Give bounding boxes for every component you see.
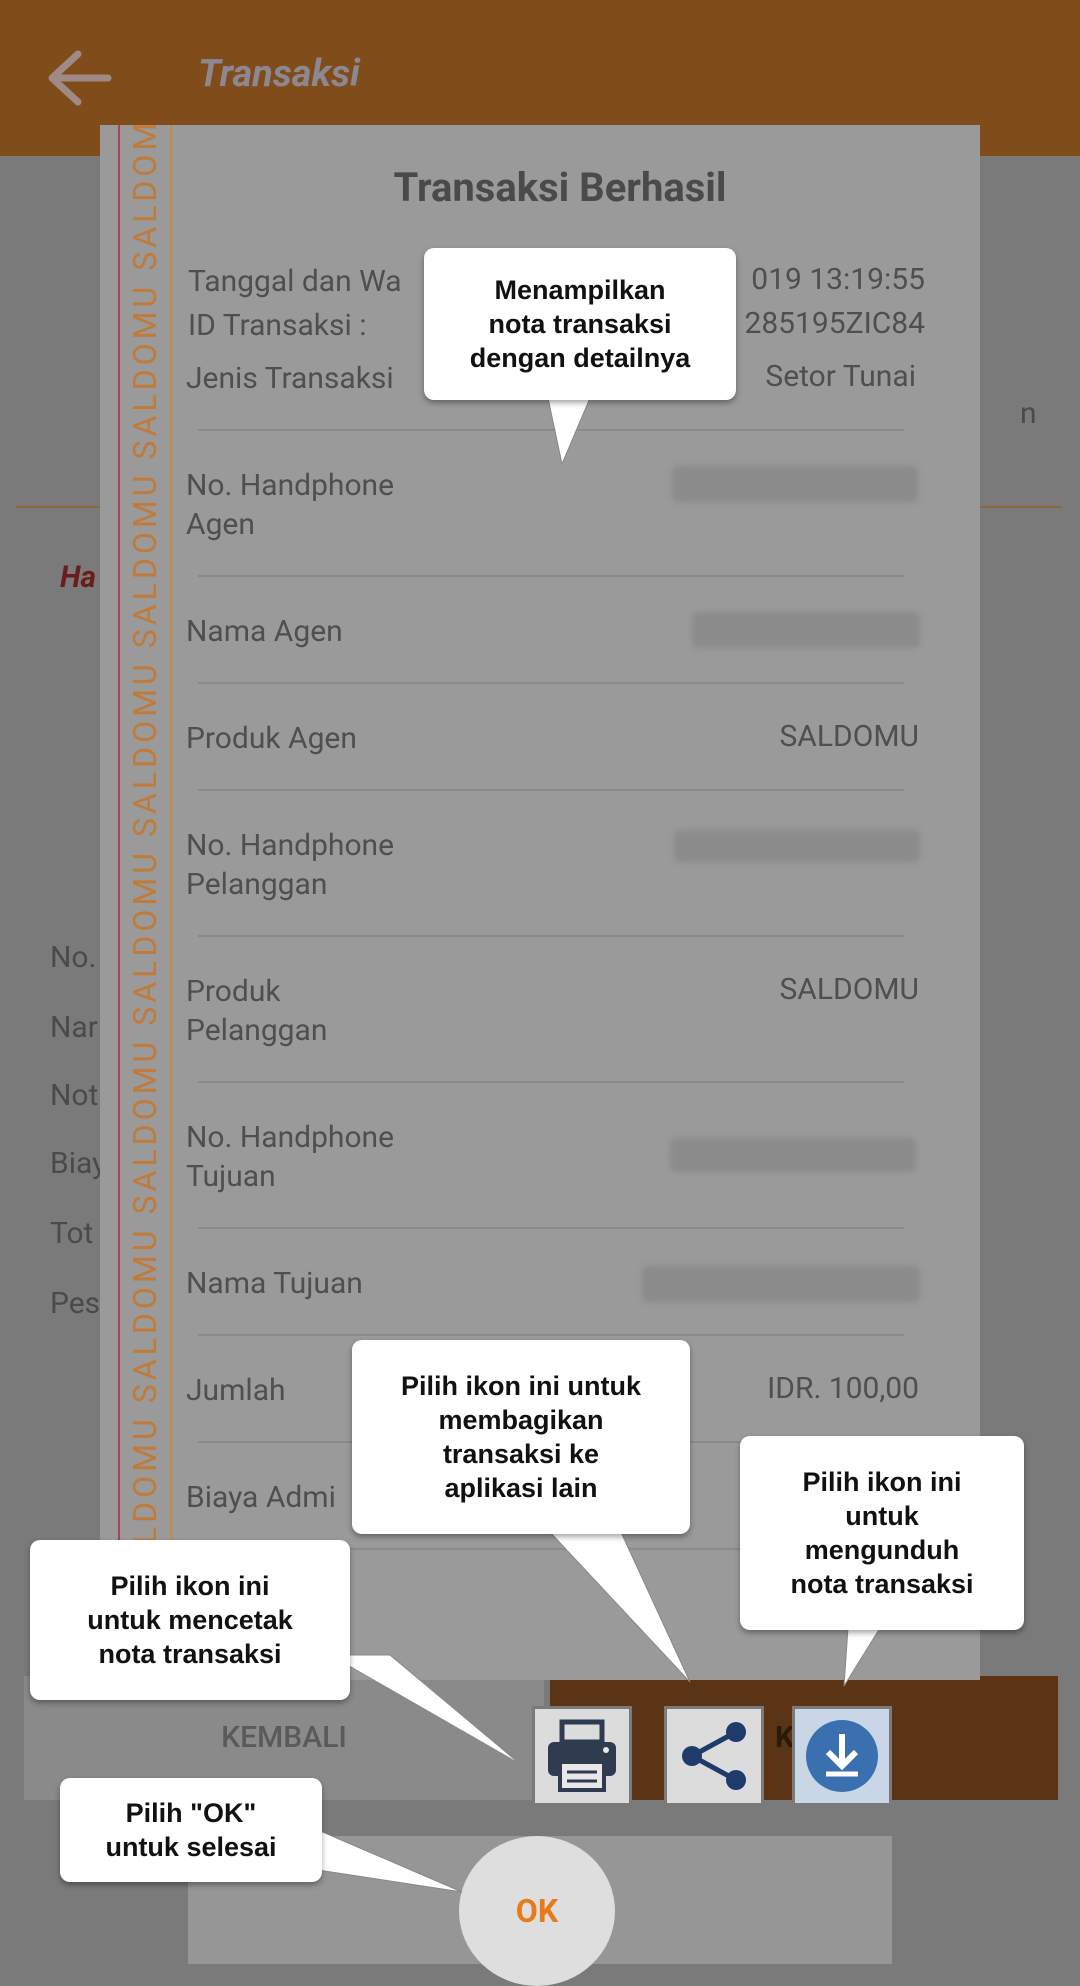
- callout-ok: Pilih "OK" untuk selesai: [60, 1778, 322, 1882]
- share-button[interactable]: [664, 1706, 764, 1806]
- receipt-row-label: No. Handphone Pelanggan: [186, 828, 395, 902]
- callout-receipt: Menampilkan nota transaksi dengan detail…: [424, 248, 736, 400]
- saldomu-watermark-stripe: SALDOMU SALDOMU SALDOMU SALDOMU SALDOMU …: [118, 125, 172, 1560]
- receipt-row-label: Jenis Transaksi: [186, 361, 394, 396]
- receipt-row-value: SALDOMU: [779, 719, 919, 754]
- share-icon: [682, 1722, 746, 1790]
- download-icon: [806, 1720, 878, 1792]
- receipt-row-label: No. Handphone Tujuan: [186, 1120, 395, 1194]
- receipt-row-label: Produk Agen: [186, 721, 357, 756]
- callout-share: Pilih ikon ini untuk membagikan transaks…: [352, 1340, 690, 1534]
- blurred-value: [672, 466, 918, 502]
- row-divider: [198, 682, 904, 684]
- row-divider: [198, 1227, 904, 1229]
- date-label: Tanggal dan Wa: [188, 264, 402, 299]
- blurred-value: [674, 830, 920, 862]
- receipt-row-label: Produk Pelanggan: [186, 974, 328, 1048]
- background-row: No.: [50, 940, 97, 975]
- background-row: Pes: [50, 1286, 101, 1321]
- arrow-left-icon[interactable]: [44, 48, 114, 108]
- blurred-value: [692, 612, 920, 648]
- callout-print: Pilih ikon ini untuk mencetak nota trans…: [30, 1540, 350, 1700]
- receipt-row-label: Biaya Admi: [186, 1480, 336, 1515]
- watermark-text: SALDOMU SALDOMU SALDOMU SALDOMU SALDOMU …: [126, 125, 164, 1560]
- receipt-row-value: SALDOMU: [779, 972, 919, 1007]
- row-divider: [198, 935, 904, 937]
- receipt-row-label: Jumlah: [186, 1373, 286, 1408]
- page-title: Transaksi: [198, 52, 360, 96]
- row-divider: [198, 1081, 904, 1083]
- background-note: Ha: [60, 560, 97, 595]
- row-divider: [198, 789, 904, 791]
- receipt-row-label: Nama Agen: [186, 614, 343, 649]
- download-button[interactable]: [792, 1706, 892, 1806]
- transaction-id-label: ID Transaksi :: [188, 308, 367, 343]
- printer-icon: [548, 1719, 616, 1792]
- row-divider: [198, 575, 904, 577]
- background-row: Biay: [50, 1146, 107, 1181]
- background-partial-text: n: [1020, 396, 1037, 431]
- receipt-row-label: No. Handphone Agen: [186, 468, 395, 542]
- background-row: Tot: [50, 1216, 94, 1251]
- background-row: Nar: [50, 1010, 98, 1045]
- background-row: Not: [50, 1078, 99, 1113]
- row-divider: [198, 1334, 904, 1336]
- blurred-value: [670, 1138, 916, 1172]
- row-divider: [198, 429, 904, 431]
- blurred-value: [642, 1266, 920, 1302]
- receipt-row-label: Nama Tujuan: [186, 1266, 363, 1301]
- print-button[interactable]: [532, 1706, 632, 1806]
- ok-button[interactable]: OK: [459, 1836, 615, 1986]
- receipt-title: Transaksi Berhasil: [393, 164, 727, 211]
- callout-download: Pilih ikon ini untuk mengunduh nota tran…: [740, 1436, 1024, 1630]
